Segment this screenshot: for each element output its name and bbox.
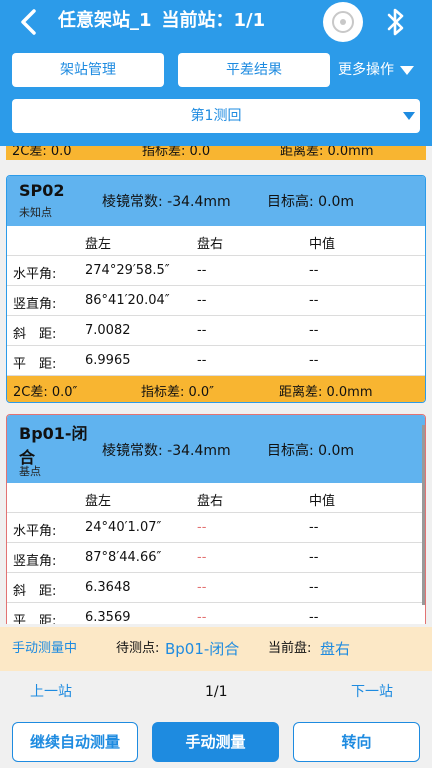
adjust-result-button[interactable]: 平差结果 <box>178 53 330 87</box>
title-bar: 任意架站_1 当前站：1/1 <box>0 0 432 44</box>
card-header: Bp01-闭 合 基点 棱镜常数: -34.4mm 目标高: 0.0m <box>7 415 425 483</box>
point-name: Bp01-闭 合 <box>19 424 88 467</box>
next-station-link[interactable]: 下一站 <box>351 672 393 712</box>
current-station: 当前站：1/1 <box>161 10 266 31</box>
table-header-row: 盘左 盘右 中值 <box>7 483 425 513</box>
prism-constant: 棱镜常数: -34.4mm <box>102 194 231 210</box>
observation-list[interactable]: 2C差: 0.0 指标差: 0.0 距离差: 0.0mm SP02 未知点 棱镜… <box>0 146 432 624</box>
table-row: 斜 距: 6.3648 -- -- <box>7 573 425 603</box>
station-pager: 上一站 1/1 下一站 <box>0 672 432 712</box>
scrollbar[interactable] <box>422 425 425 605</box>
table-header-row: 盘左 盘右 中值 <box>7 226 425 256</box>
more-actions-label: 更多操作 <box>338 62 394 78</box>
index-diff: 指标差: 0.0 <box>142 146 211 159</box>
chevron-left-icon[interactable] <box>16 8 42 36</box>
table-row: 斜 距: 7.0082 -- -- <box>7 316 425 346</box>
table-row: 平 距: 6.9965 -- -- <box>7 346 425 376</box>
manual-measure-button[interactable]: 手动测量 <box>152 722 279 762</box>
page-indicator: 1/1 <box>205 684 228 700</box>
col-left-face: 盘左 <box>85 237 112 252</box>
measure-mode: 手动测量中 <box>12 641 78 656</box>
col-left-face: 盘左 <box>85 494 112 509</box>
col-right-face: 盘右 <box>197 494 224 509</box>
current-face-value: 盘右 <box>320 640 351 658</box>
bluetooth-icon[interactable] <box>384 7 408 37</box>
table-row: 竖直角: 86°41′20.04″ -- -- <box>7 286 425 316</box>
station-name: 任意架站_1 <box>58 10 152 31</box>
turn-button[interactable]: 转向 <box>293 722 420 762</box>
point-card-sp02[interactable]: SP02 未知点 棱镜常数: -34.4mm 目标高: 0.0m 盘左 盘右 中… <box>6 175 426 403</box>
col-mid-value: 中值 <box>309 237 336 252</box>
device-disc-icon[interactable] <box>323 2 363 42</box>
pending-point-label: 待测点: <box>116 641 160 656</box>
col-mid-value: 中值 <box>309 494 336 509</box>
target-height: 目标高: 0.0m <box>267 443 355 459</box>
pending-point-value: Bp01-闭合 <box>165 640 240 658</box>
round-select[interactable]: 第1测回 <box>12 99 420 133</box>
col-right-face: 盘右 <box>197 237 224 252</box>
card-footer: 2C差: 0.0″ 指标差: 0.0″ 距离差: 0.0mm <box>7 376 425 402</box>
index-diff: 指标差: 0.0″ <box>141 385 215 400</box>
point-type: 未知点 <box>19 206 52 219</box>
page-title: 任意架站_1 当前站：1/1 <box>58 8 275 34</box>
station-manage-button[interactable]: 架站管理 <box>12 53 164 87</box>
current-face-label: 当前盘: <box>268 641 312 656</box>
distance-diff: 距离差: 0.0mm <box>280 146 374 159</box>
point-name: SP02 <box>19 181 65 200</box>
continue-auto-measure-button[interactable]: 继续自动测量 <box>12 722 138 762</box>
point-card-bp01[interactable]: Bp01-闭 合 基点 棱镜常数: -34.4mm 目标高: 0.0m 盘左 盘… <box>6 414 426 624</box>
card-header: SP02 未知点 棱镜常数: -34.4mm 目标高: 0.0m <box>7 176 425 226</box>
table-row: 水平角: 274°29′58.5″ -- -- <box>7 256 425 286</box>
c2-diff: 2C差: 0.0″ <box>13 385 78 400</box>
caret-down-icon <box>403 112 415 120</box>
table-row: 竖直角: 87°8′44.66″ -- -- <box>7 543 425 573</box>
distance-diff: 距离差: 0.0mm <box>279 385 373 400</box>
table-row: 水平角: 24°40′1.07″ -- -- <box>7 513 425 543</box>
prev-station-link[interactable]: 上一站 <box>30 672 72 712</box>
point-type: 基点 <box>19 465 41 478</box>
caret-down-icon <box>400 65 414 75</box>
round-select-value: 第1测回 <box>190 108 242 124</box>
card-footer-partial: 2C差: 0.0 指标差: 0.0 距离差: 0.0mm <box>6 146 426 160</box>
more-actions-dropdown[interactable]: 更多操作 <box>338 53 414 87</box>
c2-diff: 2C差: 0.0 <box>12 146 72 159</box>
table-row: 平 距: 6.3569 -- -- <box>7 603 425 624</box>
measure-status-bar: 手动测量中 待测点: Bp01-闭合 当前盘: 盘右 <box>0 627 432 671</box>
app-header: 任意架站_1 当前站：1/1 架站管理 平差结果 更多操作 第1测回 <box>0 0 432 146</box>
prism-constant: 棱镜常数: -34.4mm <box>102 443 231 459</box>
target-height: 目标高: 0.0m <box>267 194 355 210</box>
